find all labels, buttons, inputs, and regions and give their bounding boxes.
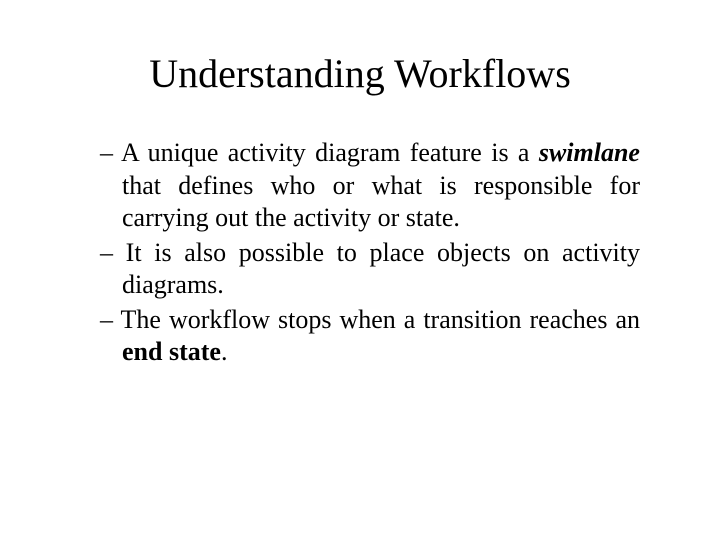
page-title: Understanding Workflows — [80, 50, 640, 97]
list-item: – A unique activity diagram feature is a… — [100, 137, 640, 235]
bullet-list: – A unique activity diagram feature is a… — [80, 137, 640, 369]
emphasis-end-state: end state — [122, 337, 221, 366]
emphasis-swimlane: swimlane — [539, 138, 640, 167]
bullet-text-post: that defines who or what is responsible … — [122, 171, 640, 233]
bullet-dash: – — [100, 305, 121, 334]
bullet-text-pre: The workflow stops when a transition rea… — [121, 305, 640, 334]
list-item: – It is also possible to place objects o… — [100, 237, 640, 302]
bullet-text-pre: A unique activity diagram feature is a — [121, 138, 539, 167]
bullet-text-post: . — [221, 337, 228, 366]
bullet-dash: – — [100, 138, 121, 167]
bullet-text-pre: It is also possible to place objects on … — [122, 238, 640, 300]
list-item: – The workflow stops when a transition r… — [100, 304, 640, 369]
bullet-dash: – — [100, 238, 126, 267]
